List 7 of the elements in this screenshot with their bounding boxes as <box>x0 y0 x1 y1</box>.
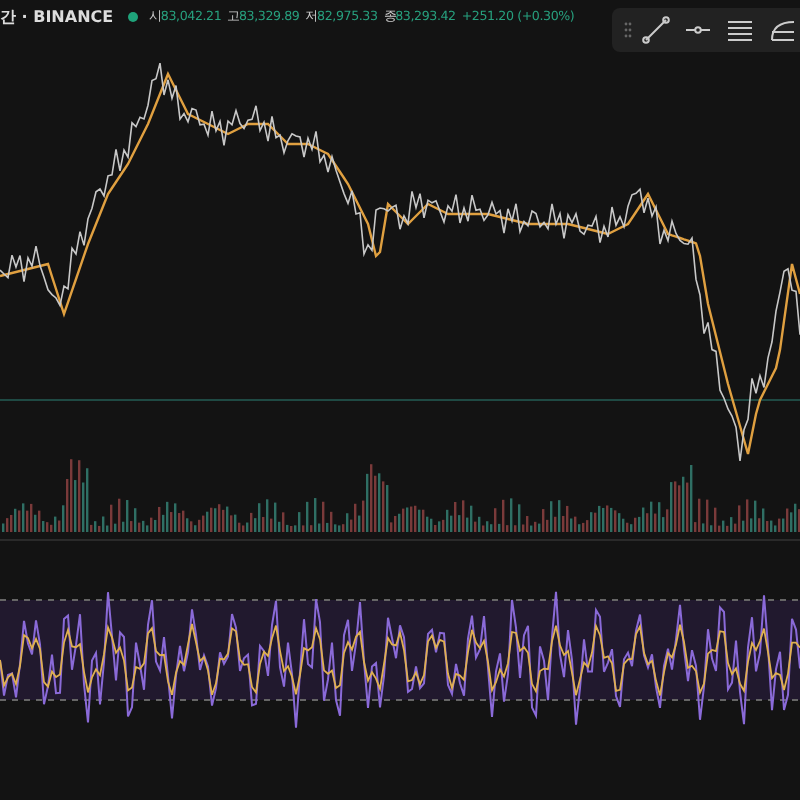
diagonal-line-icon <box>642 16 670 44</box>
drag-handle-icon[interactable] <box>624 22 632 38</box>
curve-icon <box>768 16 796 44</box>
trend-line-tool[interactable] <box>638 12 674 48</box>
chart-title: 간 · BINANCE <box>0 6 114 28</box>
status-dot <box>127 12 138 22</box>
lines-icon <box>726 16 754 44</box>
